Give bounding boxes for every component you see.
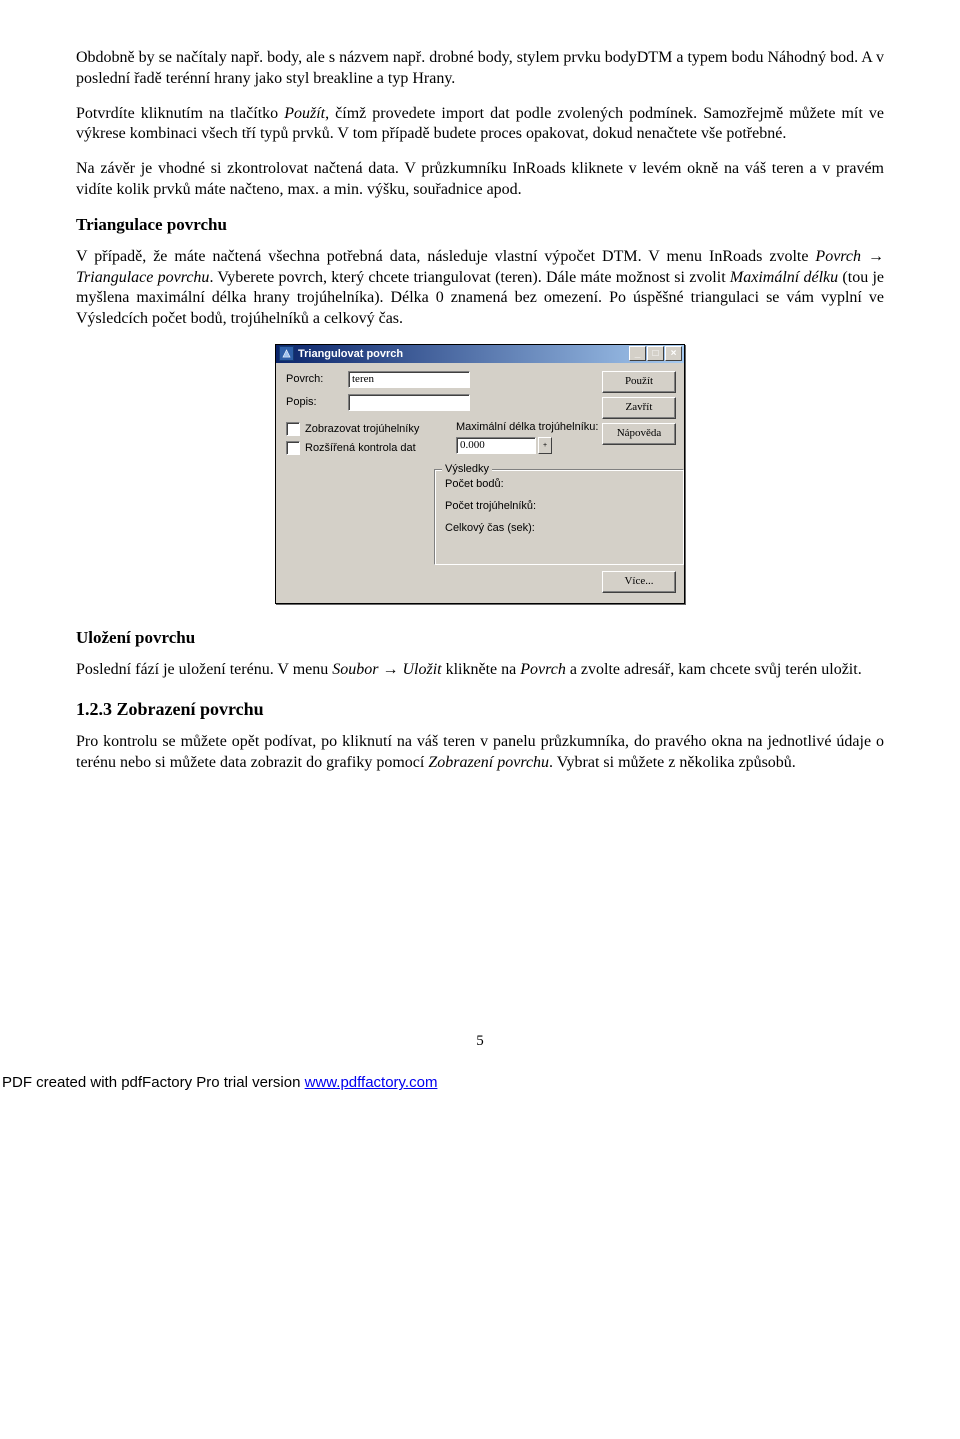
text: klikněte na [442,661,521,678]
text: a zvolte adresář, kam chcete svůj terén … [566,661,862,678]
checkbox-show-triangles[interactable] [286,422,300,436]
locate-button[interactable]: + [538,437,552,454]
label-surface: Povrch: [286,373,348,385]
text-italic: Povrch [520,661,566,678]
description-input[interactable] [348,394,470,411]
more-button[interactable]: Více... [602,571,676,593]
dialog-triangulate-surface: Triangulovat povrch _ □ × Použít Zavřít … [275,344,685,604]
heading-1-2-3: 1.2.3 Zobrazení povrchu [76,699,884,720]
footer-text: PDF created with pdfFactory Pro trial ve… [2,1074,305,1091]
text-italic: Maximální délku [730,269,838,286]
app-icon [279,346,294,361]
checkbox-extended-check[interactable] [286,441,300,455]
minimize-icon[interactable]: _ [629,346,646,361]
paragraph: Na závěr je vhodné si zkontrolovat načte… [76,159,884,201]
results-legend: Výsledky [442,463,492,475]
heading-triangulation: Triangulace povrchu [76,215,884,235]
paragraph: Pro kontrolu se můžete opět podívat, po … [76,732,884,774]
label-triangle-count: Počet trojúhelníků: [445,500,675,512]
text: V případě, že máte načtená všechna potře… [76,248,815,265]
dialog-titlebar: Triangulovat povrch _ □ × [276,345,684,363]
surface-input[interactable]: teren [348,371,470,388]
max-length-input[interactable]: 0.000 [456,437,536,454]
close-icon[interactable]: × [665,346,682,361]
footer-link[interactable]: www.pdffactory.com [305,1074,438,1091]
label-extended-check: Rozšířená kontrola dat [305,442,416,454]
dialog-screenshot: Triangulovat povrch _ □ × Použít Zavřít … [76,344,884,604]
label-point-count: Počet bodů: [445,478,675,490]
text-italic: Soubor → Uložit [332,661,441,678]
page-number: 5 [76,1033,884,1050]
text-italic: Použít [284,105,325,122]
heading-save-surface: Uložení povrchu [76,628,884,648]
text-italic: Zobrazení povrchu [428,754,549,771]
paragraph: V případě, že máte načtená všechna potře… [76,247,884,330]
pdf-footer: PDF created with pdfFactory Pro trial ve… [2,1074,884,1091]
maximize-icon[interactable]: □ [647,346,664,361]
help-button[interactable]: Nápověda [602,423,676,445]
label-description: Popis: [286,396,348,408]
label-total-time: Celkový čas (sek): [445,522,675,534]
close-button[interactable]: Zavřít [602,397,676,419]
paragraph: Obdobně by se načítaly např. body, ale s… [76,48,884,90]
dialog-title: Triangulovat povrch [298,348,403,360]
paragraph: Poslední fází je uložení terénu. V menu … [76,660,884,681]
text: Potvrdíte kliknutím na tlačítko [76,105,284,122]
text: . Vybrat si můžete z několika způsobů. [549,754,796,771]
text: . Vyberete povrch, který chcete triangul… [209,269,729,286]
paragraph: Potvrdíte kliknutím na tlačítko Použít, … [76,104,884,146]
label-show-triangles: Zobrazovat trojúhelníky [305,423,419,435]
use-button[interactable]: Použít [602,371,676,393]
results-fieldset: Výsledky Počet bodů: Počet trojúhelníků:… [434,469,684,565]
text: Poslední fází je uložení terénu. V menu [76,661,332,678]
label-max-length: Maximální délka trojúhelníku: [456,421,598,433]
